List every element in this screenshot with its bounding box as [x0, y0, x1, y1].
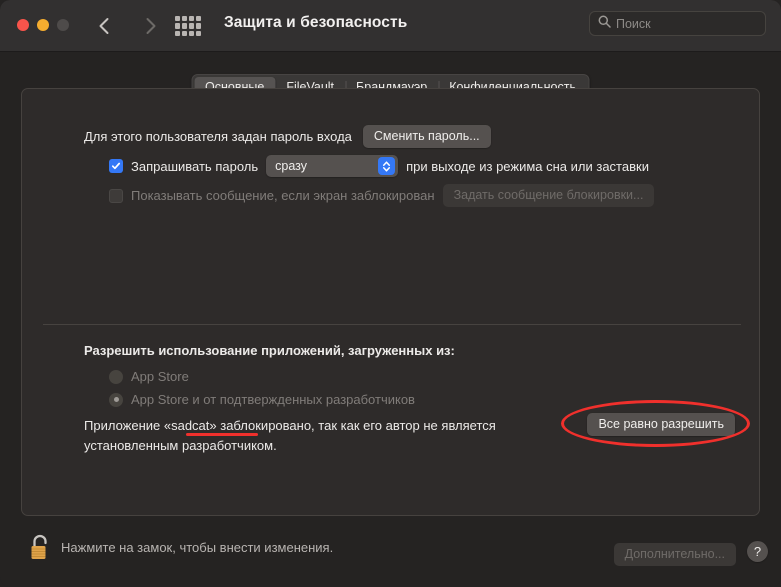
change-password-button[interactable]: Сменить пароль... — [362, 125, 491, 149]
require-password-suffix: при выходе из режима сна или заставки — [406, 158, 649, 174]
login-password-label: Для этого пользователя задан пароль вход… — [84, 129, 352, 145]
app-store-and-developers-radio — [109, 392, 123, 407]
chevron-up-down-icon — [378, 157, 396, 175]
close-window-button[interactable] — [17, 19, 29, 31]
all-preferences-grid-icon[interactable] — [175, 16, 201, 36]
app-store-radio-label: App Store — [131, 369, 189, 384]
allow-apps-heading: Разрешить использование приложений, загр… — [84, 343, 455, 358]
app-store-and-developers-radio-label: App Store и от подтвержденных разработчи… — [131, 392, 415, 407]
show-lock-message-checkbox — [109, 188, 123, 203]
search-input[interactable] — [616, 16, 746, 31]
allow-apps-heading-row: Разрешить использование приложений, загр… — [84, 343, 455, 358]
set-lock-message-button: Задать сообщение блокировки... — [442, 184, 655, 208]
login-password-row: Для этого пользователя задан пароль вход… — [84, 125, 491, 149]
app-store-radio — [109, 369, 123, 384]
search-field[interactable] — [589, 11, 766, 36]
blocked-app-message-line1: Приложение «sadcat» заблокировано, так к… — [84, 418, 496, 433]
password-delay-value: сразу — [275, 159, 307, 173]
advanced-button: Дополнительно... — [613, 543, 736, 567]
page-title: Защита и безопасность — [224, 14, 408, 31]
forward-arrow-icon[interactable] — [137, 13, 163, 39]
require-password-row: Запрашивать пароль сразу при выходе из р… — [109, 155, 649, 177]
radio-row-app-store-and-developers: App Store и от подтвержденных разработчи… — [109, 392, 415, 407]
unlocked-padlock-icon[interactable] — [27, 533, 53, 563]
radio-row-app-store: App Store — [109, 369, 189, 384]
allow-anyway-button[interactable]: Все равно разрешить — [587, 413, 735, 437]
blocked-app-message: Приложение «sadcat» заблокировано, так к… — [84, 416, 554, 456]
traffic-light-buttons — [17, 19, 69, 31]
search-icon — [598, 15, 611, 33]
blocked-app-name-underline-annotation — [186, 433, 258, 436]
zoom-window-button — [57, 19, 69, 31]
lock-instruction-text: Нажмите на замок, чтобы внести изменения… — [61, 540, 334, 555]
lock-message-row: Показывать сообщение, если экран заблоки… — [109, 184, 655, 208]
back-arrow-icon[interactable] — [92, 13, 118, 39]
navigation-arrows — [92, 13, 163, 39]
section-divider — [43, 324, 741, 325]
system-preferences-window: Защита и безопасность Основные FileVault… — [0, 0, 781, 587]
blocked-app-message-line2: установленным разработчиком. — [84, 438, 277, 453]
require-password-label: Запрашивать пароль — [131, 158, 259, 174]
radio-selected-dot — [113, 397, 119, 402]
minimize-window-button[interactable] — [37, 19, 49, 31]
titlebar: Защита и безопасность — [0, 0, 781, 52]
require-password-checkbox[interactable] — [109, 159, 123, 173]
show-lock-message-label: Показывать сообщение, если экран заблоки… — [131, 188, 435, 204]
preferences-content-panel: Для этого пользователя задан пароль вход… — [21, 88, 760, 516]
help-button[interactable]: ? — [747, 541, 768, 562]
password-delay-select[interactable]: сразу — [266, 155, 399, 177]
